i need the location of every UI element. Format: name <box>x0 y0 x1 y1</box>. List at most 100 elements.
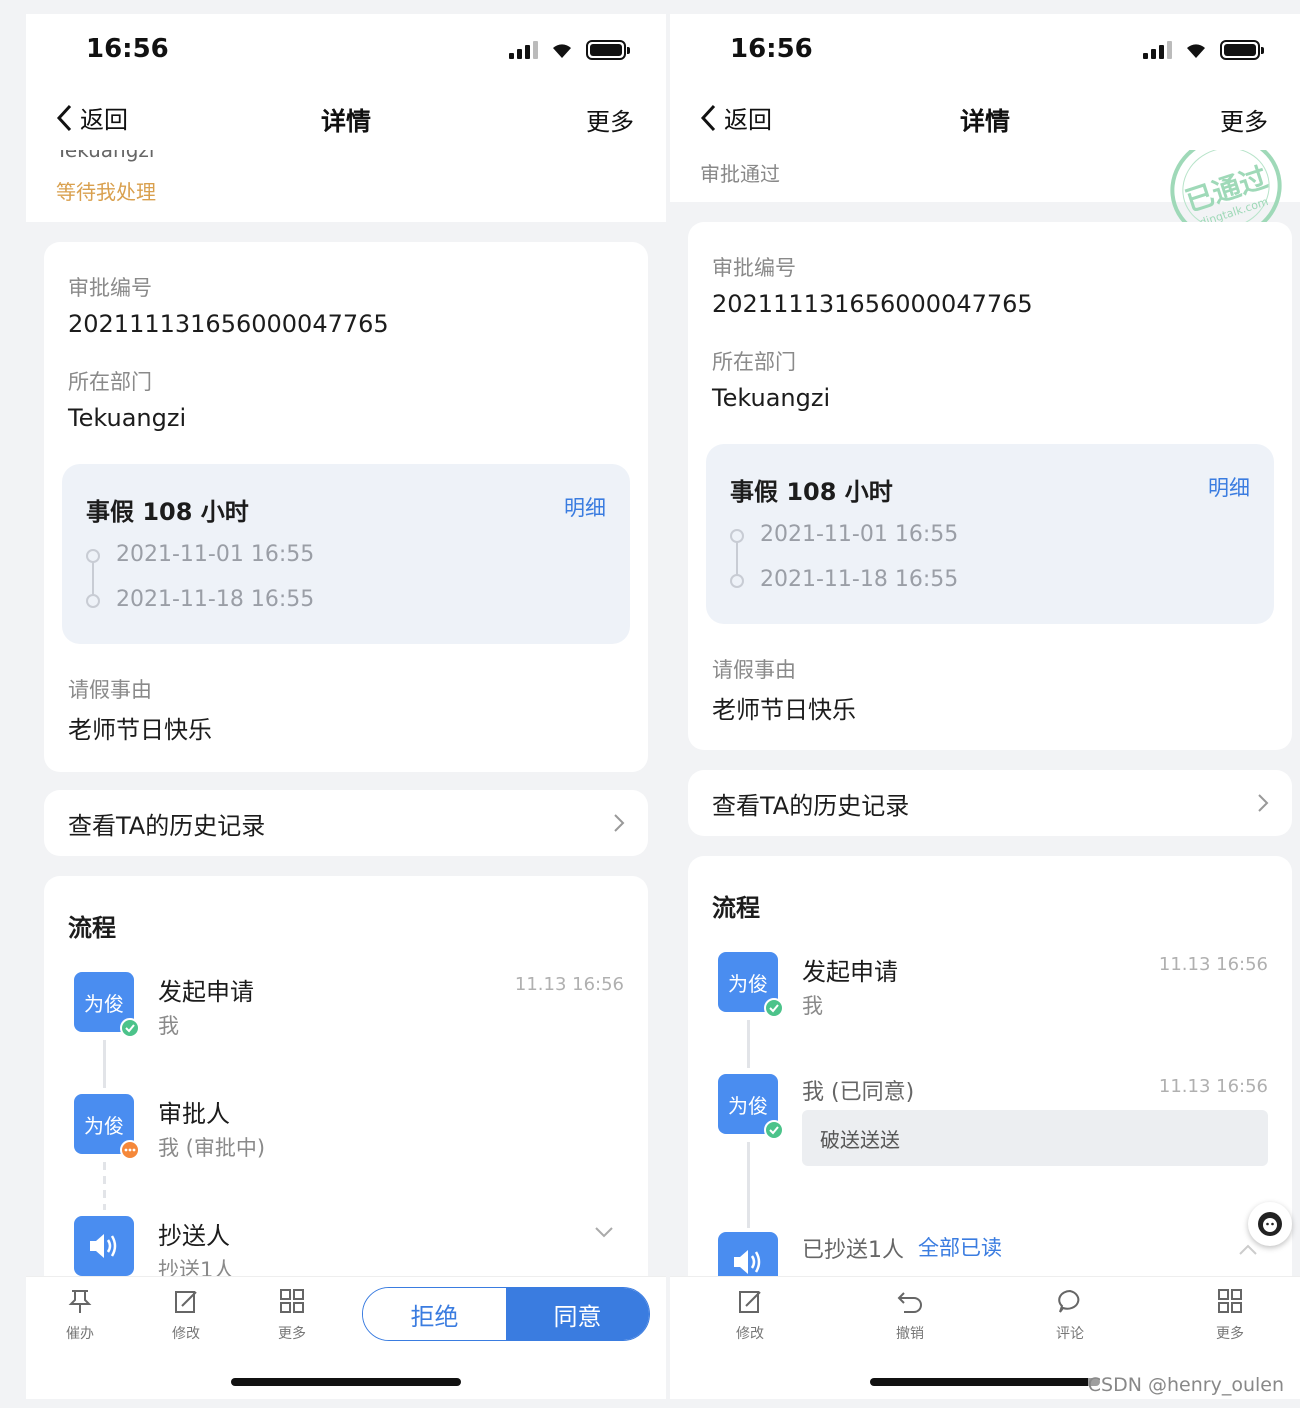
avatar-text: 为俊 <box>728 1093 768 1118</box>
edit-button[interactable]: 修改 <box>720 1287 780 1343</box>
cellular-signal-icon <box>509 41 538 59</box>
check-badge-icon <box>764 1120 784 1140</box>
grid-icon <box>1218 1289 1242 1313</box>
dept-label: 所在部门 <box>712 350 796 374</box>
step-sub: 我 <box>802 994 823 1018</box>
cellular-signal-icon <box>1143 41 1172 59</box>
phone-left: 16:56 返回 详情 更多 Tekuangzi 等待我处理 审批编号 2021… <box>26 14 666 1399</box>
back-label: 返回 <box>80 106 128 134</box>
status-icons <box>1143 40 1264 60</box>
urge-button[interactable]: 催办 <box>50 1287 110 1343</box>
nav-bar: 返回 详情 更多 <box>26 86 666 150</box>
history-label: 查看TA的历史记录 <box>712 792 910 820</box>
step-title: 抄送人 <box>158 1222 230 1250</box>
start-dot <box>86 549 100 563</box>
chevron-left-icon <box>700 104 716 131</box>
approval-no-label: 审批编号 <box>712 256 796 280</box>
start-dot <box>730 529 744 543</box>
speaker-icon <box>90 1234 117 1258</box>
leave-title: 事假 108 小时 <box>86 498 249 526</box>
status-label: 等待我处理 <box>56 180 156 204</box>
approval-no-label: 审批编号 <box>68 276 152 300</box>
leave-title: 事假 108 小时 <box>730 478 893 506</box>
avatar: 为俊 <box>74 972 140 1038</box>
step-sub: 我 <box>158 1014 179 1038</box>
more-label: 更多 <box>278 1326 306 1342</box>
edit-button[interactable]: 修改 <box>156 1287 216 1343</box>
step-time: 11.13 16:56 <box>1158 1076 1268 1097</box>
more-button[interactable]: 更多 <box>586 102 634 137</box>
dept-label: 所在部门 <box>68 370 152 394</box>
edit-icon <box>739 1291 761 1313</box>
status-time: 16:56 <box>730 34 813 64</box>
back-label: 返回 <box>724 106 772 134</box>
back-button[interactable]: 返回 <box>698 100 772 135</box>
chevron-up-icon[interactable] <box>1238 1244 1258 1256</box>
chevron-right-icon <box>614 814 625 832</box>
status-label: 审批通过 <box>700 162 780 186</box>
detail-card: 审批编号 202111131656000047765 所在部门 Tekuangz… <box>688 222 1292 750</box>
wifi-icon <box>553 44 571 58</box>
flow-connector <box>103 1040 106 1088</box>
edit-label: 修改 <box>736 1326 764 1342</box>
more-tool-button[interactable]: 更多 <box>262 1287 322 1343</box>
avatar: 为俊 <box>74 1094 140 1160</box>
agree-button[interactable]: 同意 <box>506 1288 649 1340</box>
edit-label: 修改 <box>172 1326 200 1342</box>
cc-summary: 已抄送1人 <box>802 1238 904 1263</box>
applicant-name: Tekuangzi <box>56 150 155 162</box>
reason-label: 请假事由 <box>68 678 152 702</box>
leave-start: 2021-11-01 16:55 <box>116 542 315 567</box>
comment-icon <box>1058 1289 1080 1313</box>
history-link[interactable]: 查看TA的历史记录 <box>688 770 1292 836</box>
wifi-icon <box>1187 44 1205 58</box>
read-all-link[interactable]: 全部已读 <box>918 1232 1002 1262</box>
home-indicator[interactable] <box>870 1378 1100 1386</box>
flow-connector <box>103 1162 106 1210</box>
reason-label: 请假事由 <box>712 658 796 682</box>
home-indicator[interactable] <box>231 1378 461 1386</box>
customer-service-button[interactable] <box>1248 1202 1292 1246</box>
step-title: 发起申请 <box>802 958 898 986</box>
leave-summary: 事假 108 小时 明细 2021-11-01 16:55 2021-11-18… <box>706 444 1274 624</box>
grid-icon <box>280 1289 304 1313</box>
end-dot <box>86 594 100 608</box>
reject-button[interactable]: 拒绝 <box>363 1288 506 1340</box>
avatar-text: 为俊 <box>84 991 124 1016</box>
nav-bar: 返回 详情 更多 <box>670 86 1300 150</box>
status-icons <box>509 40 630 60</box>
avatar: 为俊 <box>718 1074 784 1140</box>
flow-connector <box>747 1142 750 1228</box>
back-button[interactable]: 返回 <box>54 100 128 135</box>
pin-icon <box>68 1290 92 1313</box>
step-title: 审批人 <box>158 1100 230 1128</box>
decision-buttons: 拒绝 同意 <box>362 1287 650 1341</box>
revoke-button[interactable]: 撤销 <box>880 1287 940 1343</box>
leave-detail-link[interactable]: 明细 <box>1208 472 1250 502</box>
end-dot <box>730 574 744 588</box>
flow-title: 流程 <box>712 894 760 922</box>
pending-badge-icon <box>120 1140 140 1160</box>
reason-value: 老师节日快乐 <box>712 696 856 724</box>
history-link[interactable]: 查看TA的历史记录 <box>44 790 648 856</box>
approval-no: 202111131656000047765 <box>68 310 389 338</box>
leave-detail-link[interactable]: 明细 <box>564 492 606 522</box>
chevron-down-icon[interactable] <box>594 1226 614 1238</box>
status-time: 16:56 <box>86 34 169 64</box>
avatar-text: 为俊 <box>84 1113 124 1138</box>
flow-connector <box>747 1020 750 1068</box>
more-button[interactable]: 更多 <box>1220 102 1268 137</box>
leave-summary: 事假 108 小时 明细 2021-11-01 16:55 2021-11-18… <box>62 464 630 644</box>
history-label: 查看TA的历史记录 <box>68 812 266 840</box>
battery-icon <box>1220 40 1264 60</box>
more-tool-button[interactable]: 更多 <box>1200 1287 1260 1343</box>
comment-button[interactable]: 评论 <box>1040 1287 1100 1343</box>
flow-card: 流程 为俊 发起申请 我 11.13 16:56 为俊 审批人 我 (审批中) … <box>44 876 648 1296</box>
avatar: 为俊 <box>718 952 784 1018</box>
step-sub: 我 (审批中) <box>158 1136 266 1160</box>
step-time: 11.13 16:56 <box>514 974 624 995</box>
check-badge-icon <box>764 998 784 1018</box>
undo-icon <box>897 1292 922 1313</box>
header-summary: Tekuangzi 等待我处理 <box>26 150 666 222</box>
watermark: CSDN @henry_oulen <box>1087 1374 1284 1396</box>
